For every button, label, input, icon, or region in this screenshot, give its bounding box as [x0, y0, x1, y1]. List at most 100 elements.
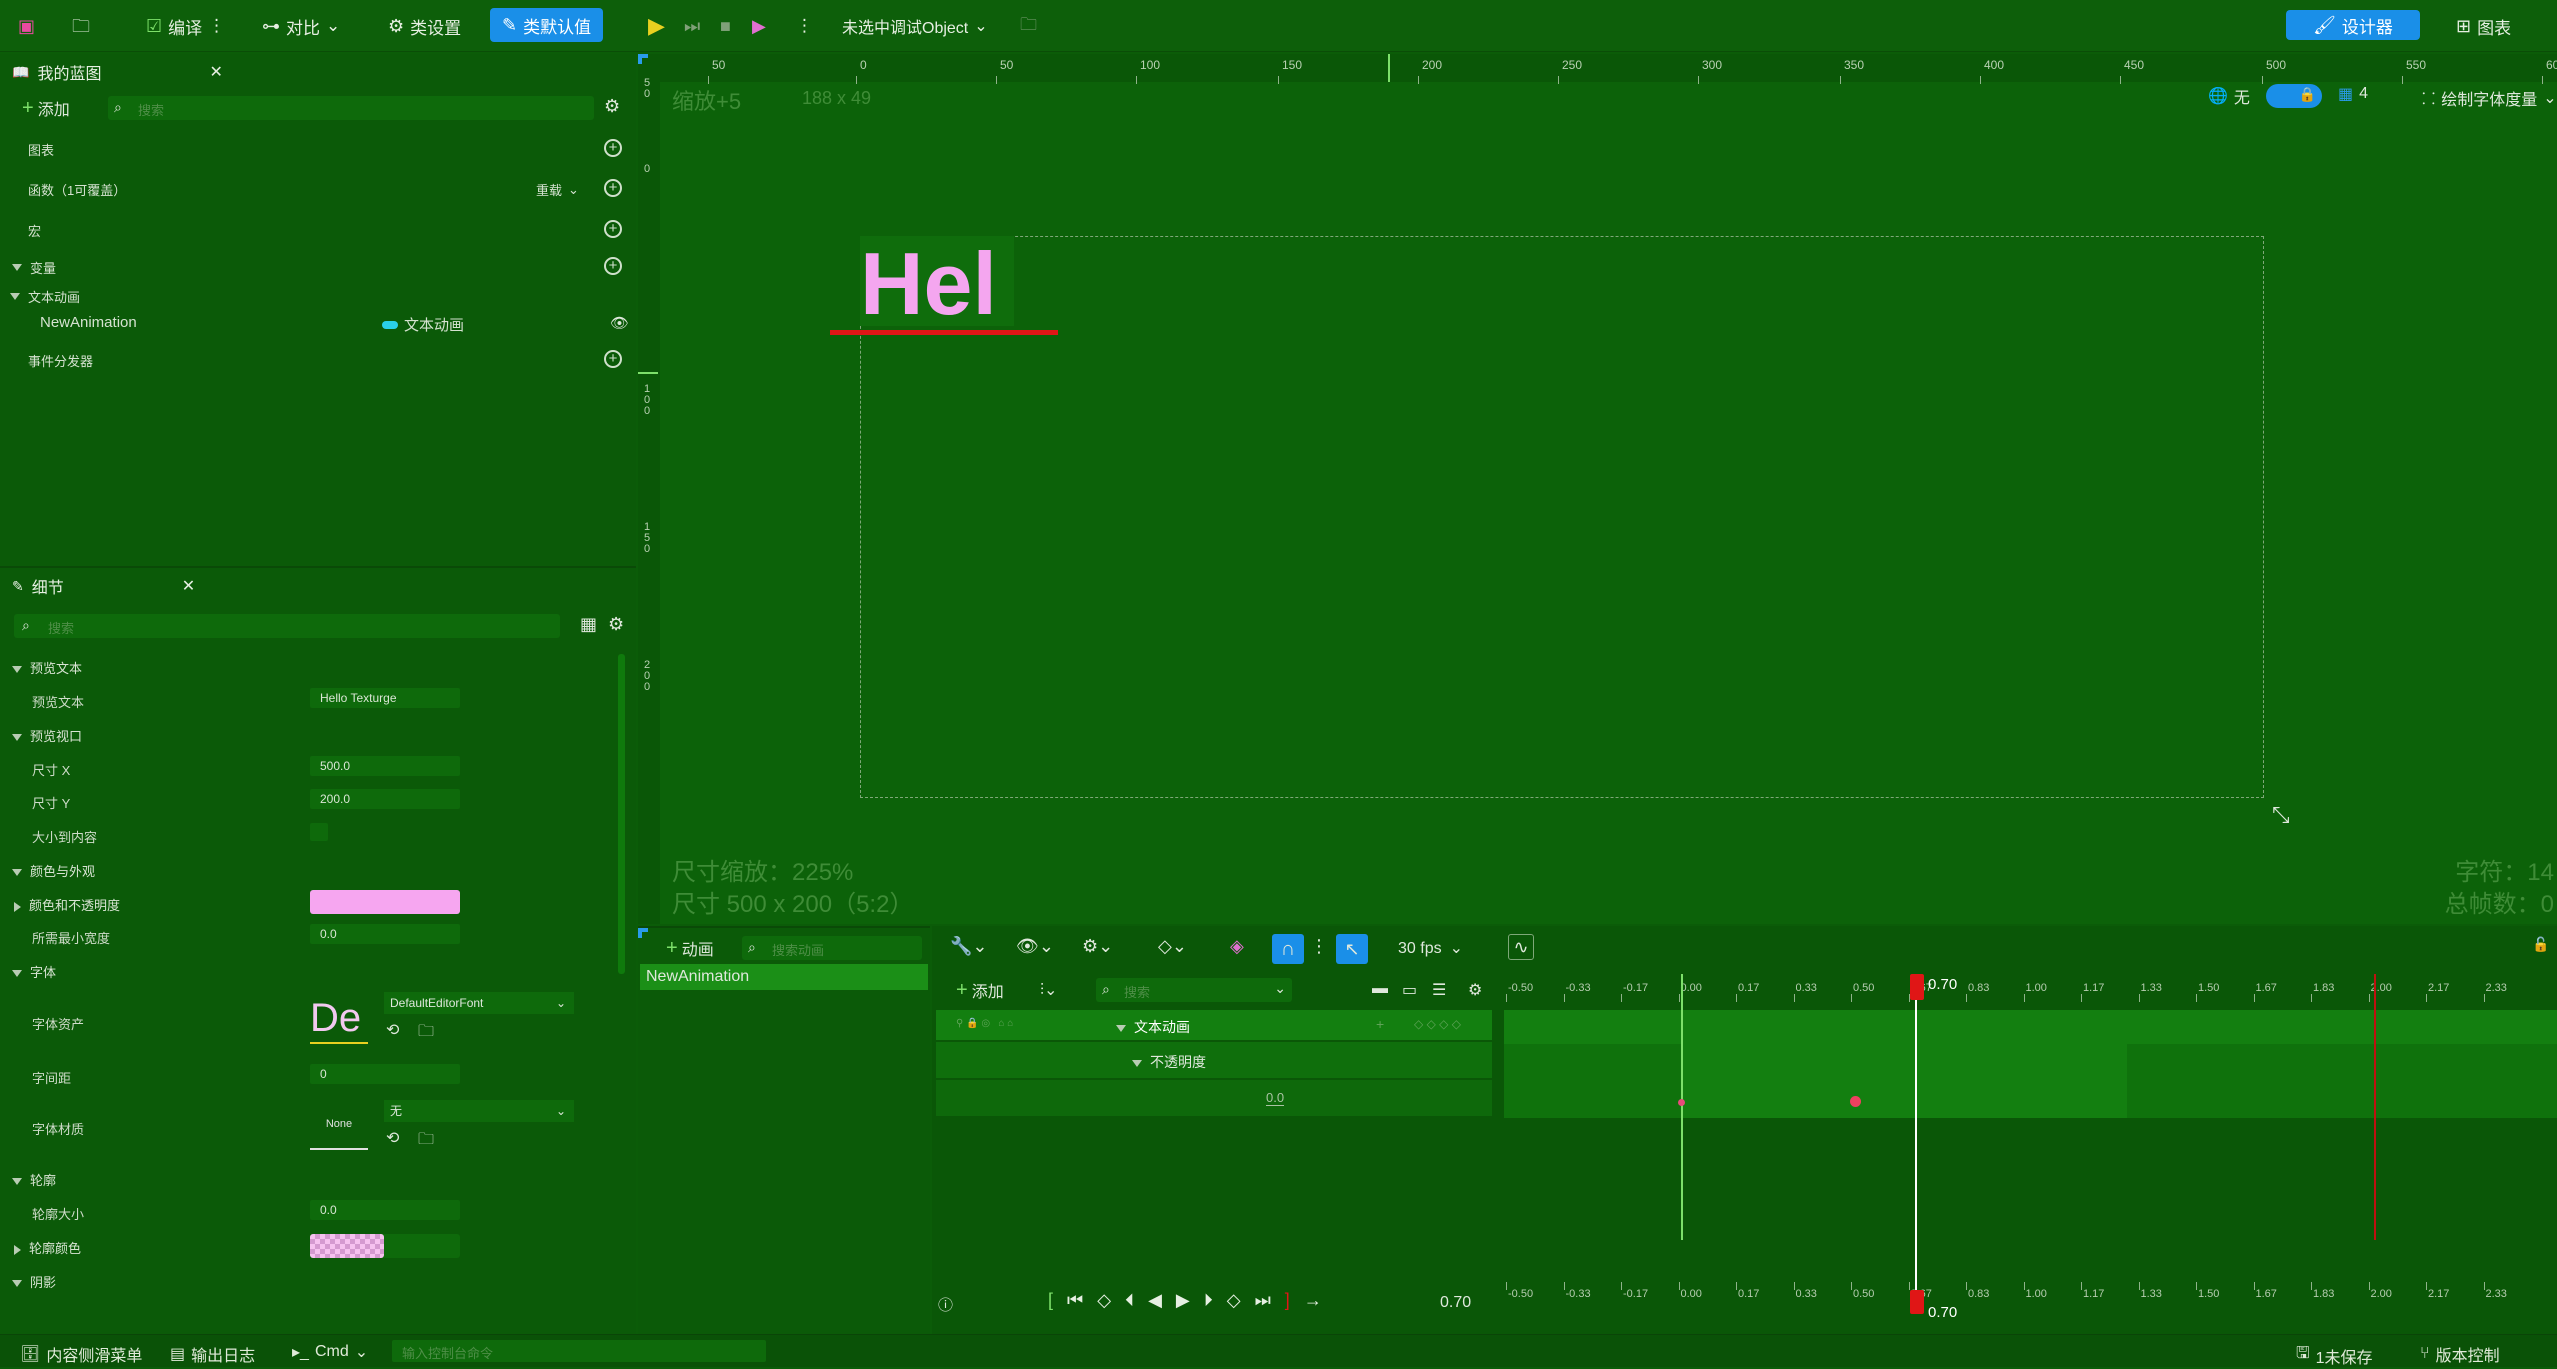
resize-handle-icon[interactable]: ⤡	[2272, 802, 2290, 828]
timeline-ruler-bottom[interactable]: -0.50-0.33-0.170.000.170.330.500.670.831…	[1504, 1280, 2557, 1310]
range-start-icon[interactable]: [	[1048, 1290, 1053, 1311]
filter-icon[interactable]: ⫶⌄	[1040, 980, 1057, 1000]
graph-section[interactable]: 图表	[28, 140, 54, 159]
dispatchers-section[interactable]: 事件分发器	[28, 351, 93, 370]
reset-icon[interactable]: ⟲	[386, 1020, 399, 1040]
info-icon[interactable]: ⓘ	[938, 1294, 953, 1315]
font-thumbnail[interactable]: De	[310, 992, 368, 1044]
source-control-button[interactable]: ⑂ 版本控制	[2420, 1342, 2500, 1366]
designer-viewport[interactable]: 50050100150200250300350400450500550600 5…	[638, 54, 2557, 924]
track-row-opacity[interactable]: 不透明度	[936, 1042, 1492, 1078]
class-settings-button[interactable]: ⚙ 类设置	[388, 10, 461, 42]
animation-list-item[interactable]: NewAnimation	[640, 964, 928, 990]
fps-dropdown[interactable]: 30 fps ⌄	[1398, 938, 1463, 958]
playback-options-icon[interactable]: ⚙⌄	[1082, 936, 1113, 957]
add-graph-icon[interactable]: +	[604, 139, 622, 157]
play-options-icon[interactable]: ⋮	[796, 10, 813, 42]
expand-icon[interactable]: ▭	[1402, 980, 1417, 1000]
debug-browse-icon[interactable]: 🗀	[1020, 10, 1037, 42]
animation-search-input[interactable]: ⌕ 搜索动画	[742, 936, 922, 960]
stop-button[interactable]: ■	[720, 10, 731, 42]
add-animation-button[interactable]: + 动画	[666, 936, 714, 960]
curve-editor-icon[interactable]: ∿	[1508, 934, 1534, 960]
reset-icon[interactable]: ⟲	[386, 1128, 399, 1148]
preview-text[interactable]: Hel	[860, 234, 997, 334]
outline-size-input[interactable]: 0.0	[310, 1200, 460, 1220]
localization-toggle[interactable]: 🌐 无	[2208, 84, 2250, 108]
variable-type[interactable]: 文本动画	[382, 314, 464, 335]
track-search-input[interactable]: ⌕ 搜索 ⌄	[1096, 978, 1292, 1002]
playhead-handle-bottom[interactable]	[1910, 1290, 1924, 1314]
next-key-icon[interactable]: ◇	[1227, 1290, 1241, 1311]
compile-options-icon[interactable]: ⋮	[208, 16, 225, 36]
blueprint-tab[interactable]: 📖 我的蓝图 ✕	[0, 54, 636, 90]
details-scrollbar[interactable]	[618, 654, 625, 974]
browse-asset-icon[interactable]: 🗀	[418, 1020, 434, 1047]
draw-metrics-dropdown[interactable]: ⸬ 绘制字体度量 ⌄	[2422, 86, 2557, 110]
text-anim-category[interactable]: 文本动画	[10, 287, 80, 306]
console-input[interactable]: 输入控制台命令	[392, 1340, 766, 1362]
play-reverse-icon[interactable]: ◀	[1148, 1290, 1162, 1311]
current-time-field[interactable]: 0.70	[1440, 1294, 1471, 1312]
range-start-marker[interactable]	[1681, 974, 1683, 1240]
add-variable-icon[interactable]: +	[604, 257, 622, 275]
list-icon[interactable]: ☰	[1432, 980, 1446, 1000]
range-end-marker[interactable]	[2374, 974, 2376, 1240]
view-options-icon[interactable]: 👁⌄	[1016, 936, 1054, 957]
diff-button[interactable]: ⊶ 对比 ⌄	[262, 10, 340, 42]
add-track-button[interactable]: + 添加	[956, 978, 1004, 1002]
playhead-line[interactable]	[1915, 974, 1917, 1312]
track-row-value[interactable]: 0.0	[936, 1080, 1492, 1116]
timeline-ruler-top[interactable]: -0.50-0.33-0.170.000.170.330.500.670.831…	[1504, 974, 2557, 1004]
spacing-input[interactable]: 0	[310, 1064, 460, 1084]
color-opacity-row[interactable]: 颜色和不透明度	[14, 895, 120, 914]
jump-end-icon[interactable]: ⏭	[1255, 1290, 1271, 1311]
table-view-icon[interactable]: ▦	[580, 614, 597, 635]
font-asset-dropdown[interactable]: DefaultEditorFont ⌄	[384, 992, 574, 1014]
key-options-icon[interactable]: ◇⌄	[1158, 936, 1187, 957]
snap-magnet-icon[interactable]: ∩	[1272, 934, 1304, 964]
collapse-icon[interactable]: ▬	[1372, 980, 1388, 998]
track-row-text-anim[interactable]: ⚲ 🔒 ◎ ⌂ ⌂ 文本动画 + ◇ ◇ ◇ ◇	[936, 1010, 1492, 1040]
prev-key-icon[interactable]: ◇	[1097, 1290, 1111, 1311]
output-log-button[interactable]: ▤ 输出日志	[170, 1342, 255, 1366]
playhead-handle-top[interactable]	[1910, 974, 1924, 1000]
settings-icon[interactable]: ⚙	[604, 96, 620, 117]
color-swatch[interactable]	[310, 890, 460, 914]
size-y-input[interactable]: 200.0	[310, 789, 460, 809]
class-defaults-button[interactable]: ✎ 类默认值	[490, 8, 604, 42]
widget-canvas-frame[interactable]	[860, 236, 2264, 798]
section-color[interactable]: 颜色与外观	[12, 861, 95, 880]
section-outline[interactable]: 轮廓	[12, 1170, 56, 1189]
blueprint-search-input[interactable]: ⌕ 搜索	[108, 96, 594, 120]
track-key-icons[interactable]: ◇ ◇ ◇ ◇	[1414, 1017, 1461, 1031]
unsaved-button[interactable]: 🖫 1未保存	[2296, 1342, 2373, 1369]
unlock-icon[interactable]: 🔓	[2532, 936, 2549, 953]
range-end-icon[interactable]: ]	[1285, 1290, 1290, 1311]
font-material-dropdown[interactable]: 无 ⌄	[384, 1100, 574, 1122]
material-thumbnail[interactable]: None	[310, 1098, 368, 1150]
details-tab[interactable]: ✎ 细节 ✕	[0, 568, 636, 604]
outline-color-row[interactable]: 轮廓颜色	[14, 1238, 81, 1257]
play-icon[interactable]: ▶	[1176, 1290, 1190, 1311]
section-preview-text[interactable]: 预览文本	[12, 658, 82, 677]
add-function-icon[interactable]: +	[604, 179, 622, 197]
section-shadow[interactable]: 阴影	[12, 1272, 56, 1291]
key-value-input[interactable]: 0.0	[1266, 1090, 1285, 1106]
section-viewport[interactable]: 预览视口	[12, 726, 82, 745]
size-x-input[interactable]: 500.0	[310, 756, 460, 776]
details-search-input[interactable]: ⌕ 搜索	[14, 614, 560, 638]
browse-asset-icon[interactable]: 🗀	[418, 1128, 434, 1155]
add-macro-icon[interactable]: +	[604, 220, 622, 238]
browse-icon[interactable]: 🗀	[72, 10, 90, 42]
play-button[interactable]: ▶	[648, 10, 665, 42]
add-button[interactable]: + 添加	[22, 96, 70, 120]
close-icon[interactable]: ✕	[209, 62, 222, 82]
wrench-tool-icon[interactable]: 🔧⌄	[950, 936, 988, 957]
variables-section[interactable]: 变量	[12, 258, 56, 277]
compile-button[interactable]: ☑ 编译 ⋮	[146, 10, 225, 42]
loop-icon[interactable]: →	[1304, 1290, 1322, 1311]
auto-key-icon[interactable]: ◈	[1230, 936, 1244, 957]
cmd-dropdown[interactable]: ▸_ Cmd ⌄	[292, 1342, 368, 1362]
debug-object-select[interactable]: 未选中调试Object ⌄	[842, 10, 988, 42]
